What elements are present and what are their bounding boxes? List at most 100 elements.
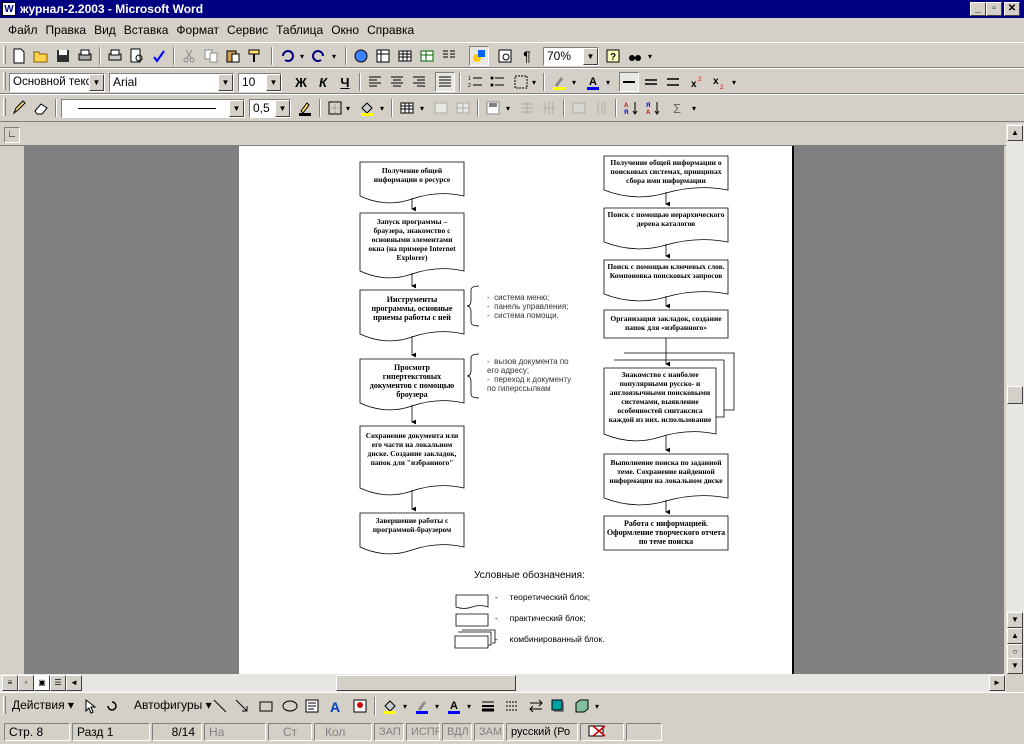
toolbar-grip[interactable]	[3, 46, 6, 64]
3d-icon[interactable]	[572, 696, 592, 716]
menu-format[interactable]: Формат	[172, 20, 223, 40]
outside-border-icon[interactable]	[325, 98, 345, 118]
redo-icon[interactable]	[309, 46, 329, 66]
print-layout-view-icon[interactable]: ▣	[34, 675, 50, 691]
align-center-icon[interactable]	[387, 72, 407, 92]
autosum-icon[interactable]: Σ	[667, 98, 687, 118]
rectangle-tool-icon[interactable]	[256, 696, 276, 716]
font-color-icon[interactable]: A	[444, 696, 464, 716]
redo-dropdown-icon[interactable]: ▾	[329, 46, 339, 66]
vertical-scrollbar[interactable]: ▲ ▼ ▲ ○ ▼	[1006, 124, 1024, 674]
table-autoformat-icon[interactable]	[569, 98, 589, 118]
chevron-down-icon[interactable]: ▾	[417, 98, 427, 118]
italic-button[interactable]: К	[313, 72, 333, 92]
actions-menu-button[interactable]: Действия ▾	[12, 698, 74, 712]
eraser-icon[interactable]	[31, 98, 51, 118]
subscript-icon[interactable]: x2	[709, 72, 729, 92]
arrow-tool-icon[interactable]	[232, 696, 252, 716]
line-spacing-15-icon[interactable]	[641, 72, 661, 92]
line-style-icon[interactable]	[478, 696, 498, 716]
chevron-down-icon[interactable]: ▾	[569, 72, 579, 92]
style-select[interactable]: Основной текст ▼	[9, 73, 105, 92]
toolbar-grip[interactable]	[3, 72, 6, 90]
status-overtype[interactable]: ЗАМ	[474, 723, 504, 741]
border-icon[interactable]	[511, 72, 531, 92]
paste-icon[interactable]	[223, 46, 243, 66]
tables-borders-icon[interactable]	[373, 46, 393, 66]
insert-clipart-icon[interactable]	[350, 696, 370, 716]
spelling-icon[interactable]	[149, 46, 169, 66]
chevron-down-icon[interactable]: ▾	[503, 98, 513, 118]
chevron-down-icon[interactable]: ▼	[275, 100, 290, 117]
fill-color-icon[interactable]	[380, 696, 400, 716]
numbered-list-icon[interactable]: 12	[465, 72, 485, 92]
toolbar-grip[interactable]	[3, 98, 6, 116]
copy-icon[interactable]	[201, 46, 221, 66]
previous-page-icon[interactable]: ▲	[1007, 628, 1023, 644]
chevron-down-icon[interactable]: ▼	[89, 74, 104, 91]
scroll-left-icon[interactable]: ◄	[66, 675, 82, 691]
superscript-icon[interactable]: x2	[687, 72, 707, 92]
shadow-icon[interactable]	[548, 696, 568, 716]
menu-help[interactable]: Справка	[363, 20, 418, 40]
chevron-down-icon[interactable]: ▼	[218, 74, 233, 91]
insert-table-icon[interactable]	[397, 98, 417, 118]
merge-cells-icon[interactable]	[431, 98, 451, 118]
text-box-icon[interactable]	[302, 696, 322, 716]
next-page-icon[interactable]: ▼	[1007, 658, 1023, 674]
help-icon[interactable]: ?	[603, 46, 623, 66]
select-objects-icon[interactable]	[80, 696, 100, 716]
font-select[interactable]: Arial ▼	[109, 73, 234, 92]
insert-table-icon[interactable]	[395, 46, 415, 66]
align-left-icon[interactable]	[365, 72, 385, 92]
chevron-down-icon[interactable]: ▼	[583, 48, 598, 65]
align-right-icon[interactable]	[409, 72, 429, 92]
scroll-down-icon[interactable]: ▼	[1007, 612, 1023, 628]
status-extend[interactable]: ВДЛ	[442, 723, 472, 741]
menu-table[interactable]: Таблица	[272, 20, 327, 40]
bullet-list-icon[interactable]	[487, 72, 507, 92]
insert-excel-icon[interactable]	[417, 46, 437, 66]
font-size-select[interactable]: 10 ▼	[238, 73, 282, 92]
line-style-select[interactable]: ▼	[61, 99, 245, 118]
line-tool-icon[interactable]	[210, 696, 230, 716]
chevron-down-icon[interactable]: ▾	[464, 696, 474, 716]
border-color-icon[interactable]	[295, 98, 315, 118]
menu-insert[interactable]: Вставка	[120, 20, 173, 40]
line-weight-select[interactable]: 0,5 ▼	[249, 99, 291, 118]
chevron-down-icon[interactable]: ▼	[229, 100, 244, 117]
columns-icon[interactable]	[439, 46, 459, 66]
pilcrow-icon[interactable]: ¶	[517, 46, 537, 66]
arrow-style-icon[interactable]	[526, 696, 546, 716]
menu-view[interactable]: Вид	[90, 20, 120, 40]
scroll-thumb[interactable]	[1007, 386, 1023, 404]
chevron-down-icon[interactable]: ▾	[343, 98, 353, 118]
minimize-button[interactable]: _	[970, 2, 986, 16]
split-cells-icon[interactable]	[453, 98, 473, 118]
sort-ascending-icon[interactable]: АЯ	[621, 98, 641, 118]
chevron-down-icon[interactable]: ▾	[432, 696, 442, 716]
toolbar-options-icon[interactable]: ▾	[729, 72, 739, 92]
line-spacing-double-icon[interactable]	[663, 72, 683, 92]
format-painter-icon[interactable]	[245, 46, 265, 66]
open-folder-icon[interactable]	[31, 46, 51, 66]
oval-tool-icon[interactable]	[280, 696, 300, 716]
print-icon[interactable]	[105, 46, 125, 66]
justify-icon[interactable]	[435, 72, 455, 92]
web-view-icon[interactable]: ▫	[18, 675, 34, 691]
shading-color-icon[interactable]	[357, 98, 377, 118]
line-spacing-single-icon[interactable]	[619, 72, 639, 92]
new-document-icon[interactable]	[9, 46, 29, 66]
print-preview-save-icon[interactable]	[75, 46, 95, 66]
chevron-down-icon[interactable]: ▼	[266, 74, 281, 91]
chevron-down-icon[interactable]: ▾	[400, 696, 410, 716]
outline-view-icon[interactable]: ☰	[50, 675, 66, 691]
dash-style-icon[interactable]	[502, 696, 522, 716]
menu-window[interactable]: Окно	[327, 20, 363, 40]
save-icon[interactable]	[53, 46, 73, 66]
text-direction-icon[interactable]	[591, 98, 611, 118]
chevron-down-icon[interactable]: ▾	[529, 72, 539, 92]
undo-dropdown-icon[interactable]: ▾	[297, 46, 307, 66]
distribute-columns-icon[interactable]	[539, 98, 559, 118]
cut-icon[interactable]	[179, 46, 199, 66]
